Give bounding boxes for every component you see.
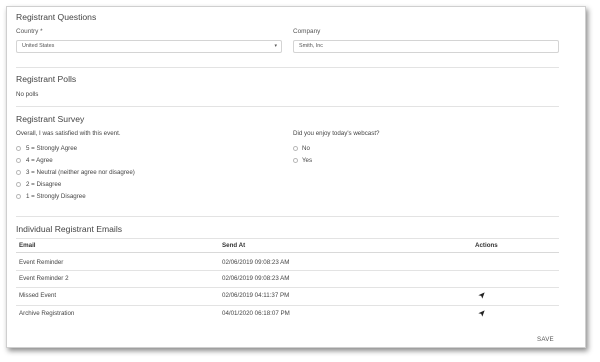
section-title-registrant-emails: Individual Registrant Emails <box>16 224 123 234</box>
option-label: 3 = Neutral (neither agree nor disagree) <box>26 169 135 176</box>
option-label: No <box>302 145 310 152</box>
column-header-actions: Actions <box>475 242 498 249</box>
survey-question-webcast: Did you enjoy today's webcast? <box>293 130 380 137</box>
divider <box>16 67 559 68</box>
registrant-details-panel: Registrant Questions Country * United St… <box>6 6 586 348</box>
email-name: Missed Event <box>19 292 57 299</box>
row-divider <box>16 270 559 271</box>
column-header-send-at: Send At <box>222 242 246 249</box>
section-title-registrant-questions: Registrant Questions <box>16 12 97 22</box>
radio-yes[interactable] <box>293 158 298 163</box>
table-header-divider <box>16 252 559 253</box>
save-button[interactable]: SAVE <box>537 336 554 343</box>
option-label: Yes <box>302 157 313 164</box>
radio-disagree[interactable] <box>16 182 21 187</box>
section-title-registrant-survey: Registrant Survey <box>16 114 85 124</box>
email-send-at: 04/01/2020 06:18:07 PM <box>222 310 290 317</box>
divider <box>16 216 559 217</box>
row-divider <box>16 287 559 288</box>
company-field[interactable]: Smith, Inc <box>293 40 559 53</box>
email-send-at: 02/06/2019 04:11:37 PM <box>222 292 290 299</box>
radio-no[interactable] <box>293 146 298 151</box>
country-select[interactable]: United States ▾ <box>16 40 282 53</box>
paper-plane-icon[interactable] <box>478 292 485 299</box>
radio-neutral[interactable] <box>16 170 21 175</box>
country-value: United States <box>22 43 55 49</box>
email-name: Archive Registration <box>19 310 75 317</box>
email-send-at: 02/06/2019 09:08:23 AM <box>222 275 290 282</box>
divider <box>16 106 559 107</box>
radio-agree[interactable] <box>16 158 21 163</box>
section-title-registrant-polls: Registrant Polls <box>16 74 77 84</box>
divider <box>16 238 559 239</box>
email-send-at: 02/06/2019 09:08:23 AM <box>222 259 290 266</box>
option-label: 2 = Disagree <box>26 181 62 188</box>
option-label: 4 = Agree <box>26 157 53 164</box>
email-name: Event Reminder <box>19 259 64 266</box>
radio-strongly-disagree[interactable] <box>16 194 21 199</box>
no-polls-text: No polls <box>16 91 39 98</box>
option-label: 5 = Strongly Agree <box>26 145 78 152</box>
company-value: Smith, Inc <box>299 43 323 49</box>
option-label: 1 = Strongly Disagree <box>26 193 86 200</box>
country-label: Country * <box>16 28 43 35</box>
email-name: Event Reminder 2 <box>19 275 69 282</box>
column-header-email: Email <box>19 242 36 249</box>
paper-plane-icon[interactable] <box>478 310 485 317</box>
company-label: Company <box>293 28 321 35</box>
radio-strongly-agree[interactable] <box>16 146 21 151</box>
survey-question-satisfaction: Overall, I was satisfied with this event… <box>16 130 121 137</box>
caret-down-icon: ▾ <box>274 43 277 49</box>
row-divider <box>16 305 559 306</box>
